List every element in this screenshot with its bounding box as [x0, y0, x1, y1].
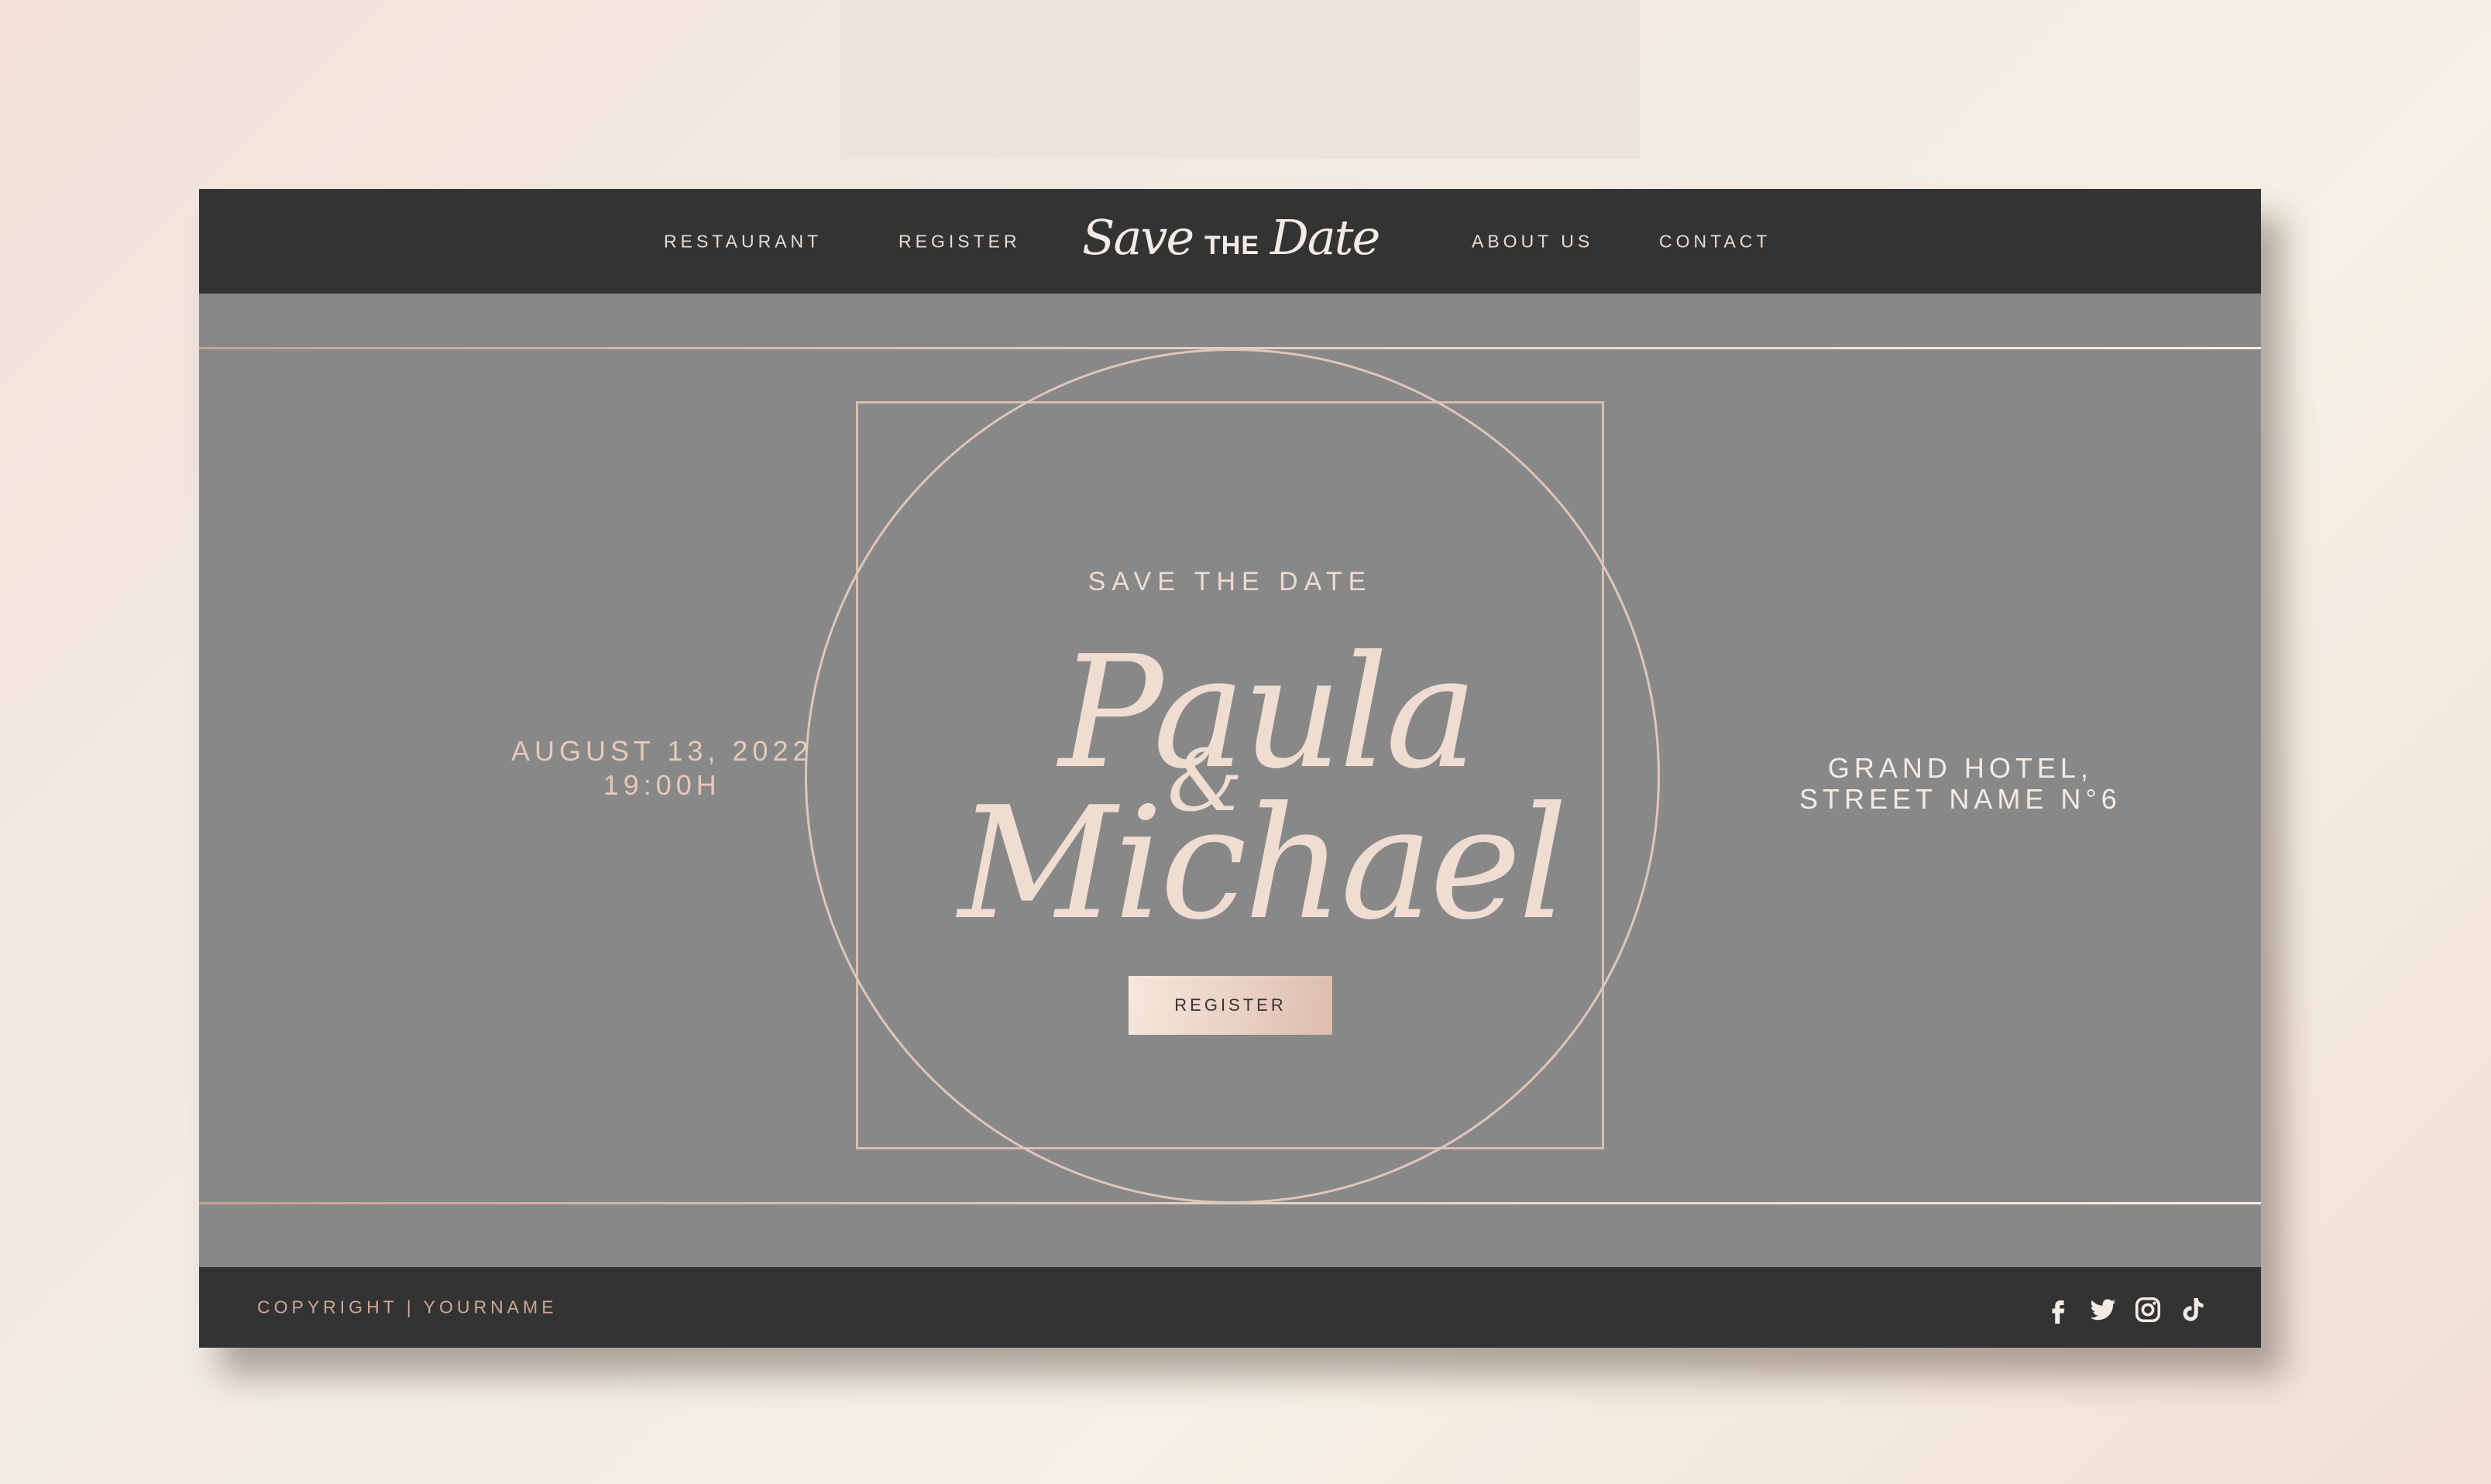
event-date: AUGUST 13, 2022 19:00H: [511, 734, 813, 802]
tiktok-icon[interactable]: [2179, 1296, 2207, 1324]
save-the-date-heading: SAVE THE DATE: [1087, 567, 1373, 596]
event-date-line: AUGUST 13, 2022: [511, 735, 813, 767]
nav-contact[interactable]: CONTACT: [1659, 231, 1771, 252]
site-header: RESTAURANT REGISTER Save THE Date ABOUT …: [199, 189, 2261, 294]
venue-address-line: STREET NAME N°6: [1799, 783, 2122, 815]
register-button[interactable]: REGISTER: [1129, 976, 1332, 1035]
twitter-icon[interactable]: [2089, 1296, 2117, 1324]
social-links: [2044, 1294, 2207, 1325]
groom-name: Michael: [958, 774, 1568, 954]
nav-register[interactable]: REGISTER: [898, 231, 1021, 252]
venue-name-line: GRAND HOTEL,: [1827, 752, 2093, 784]
instagram-icon[interactable]: [2134, 1296, 2162, 1324]
nav-restaurant[interactable]: RESTAURANT: [664, 231, 822, 252]
background-card: [840, 0, 1640, 159]
logo[interactable]: Save THE Date: [1082, 206, 1392, 276]
event-time-line: 19:00H: [603, 769, 721, 801]
site-footer: COPYRIGHT | YOURNAME: [199, 1267, 2261, 1348]
facebook-icon[interactable]: [2044, 1296, 2072, 1324]
copyright-text: COPYRIGHT | YOURNAME: [257, 1297, 558, 1317]
logo-save: Save: [1082, 209, 1194, 266]
logo-date: Date: [1270, 209, 1380, 266]
nav-about-us[interactable]: ABOUT US: [1472, 231, 1593, 252]
event-venue: GRAND HOTEL, STREET NAME N°6: [1799, 753, 2122, 815]
landing-page: RESTAURANT REGISTER Save THE Date ABOUT …: [199, 189, 2261, 1348]
logo-the: THE: [1204, 231, 1259, 260]
